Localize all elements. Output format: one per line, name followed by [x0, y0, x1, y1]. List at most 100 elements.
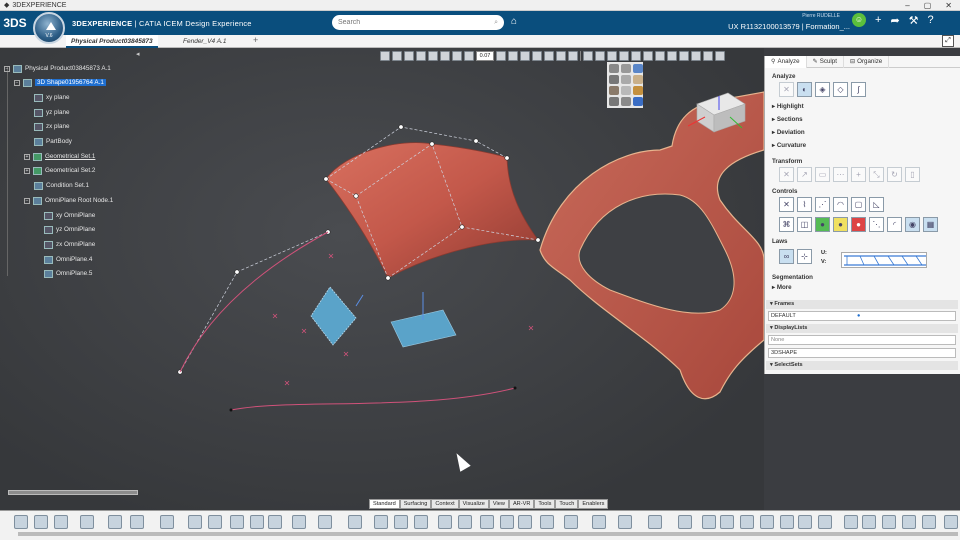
history-icon[interactable]	[268, 515, 282, 529]
match-icon[interactable]	[678, 515, 692, 529]
frames-default-row[interactable]: DEFAULT ●	[768, 311, 956, 321]
tree-node-geoset-2[interactable]: + Geometrical Set.2	[24, 165, 95, 176]
select-icon[interactable]	[380, 50, 390, 61]
tab-touch[interactable]: Touch	[555, 499, 579, 509]
extrude-icon[interactable]	[518, 515, 532, 529]
material-swatch[interactable]	[633, 86, 643, 95]
tree-node-condition-set[interactable]: Condition Set.1	[34, 180, 89, 191]
transform-tool-icon[interactable]: ✕	[779, 167, 794, 182]
tree-node-geoset-1[interactable]: + Geometrical Set.1	[24, 151, 95, 162]
view-left-icon[interactable]	[619, 50, 629, 61]
material-swatch[interactable]	[633, 64, 643, 73]
view-top-icon[interactable]	[643, 50, 653, 61]
displaylists-header[interactable]: ▾ DisplayLists	[766, 324, 958, 333]
redo-arrow-icon[interactable]	[250, 515, 264, 529]
action-bar-scrollbar[interactable]	[18, 532, 958, 536]
trim-icon[interactable]	[618, 515, 632, 529]
transform-tool-icon[interactable]: ▯	[905, 167, 920, 182]
analyze-tool-icon[interactable]: ∫	[851, 82, 866, 97]
controls-tool-icon[interactable]: ◜	[887, 217, 902, 232]
frame-active-icon[interactable]: ●	[857, 312, 860, 321]
export-icon[interactable]	[882, 515, 896, 529]
controls-tool-icon[interactable]: ◺	[869, 197, 884, 212]
search-object-icon[interactable]	[108, 515, 122, 529]
controls-tool-icon[interactable]: ●	[851, 217, 866, 232]
settings-icon[interactable]	[160, 515, 174, 529]
law-link-icon[interactable]: ∞	[779, 249, 794, 264]
curve-1[interactable]	[179, 231, 329, 373]
collapse-icon[interactable]: −	[24, 197, 30, 204]
rewind-icon[interactable]	[760, 515, 774, 529]
gear-icon[interactable]	[944, 515, 958, 529]
tab-ar-vr[interactable]: AR-VR	[508, 499, 535, 509]
collapse-icon[interactable]: −	[14, 79, 20, 86]
controls-tool-icon[interactable]: ⋱	[869, 217, 884, 232]
law-type-icon[interactable]: ⊹	[797, 249, 812, 264]
measure-icon[interactable]	[496, 50, 506, 61]
material-swatch[interactable]	[609, 64, 619, 73]
tree-node-root[interactable]: − Physical Product03845873 A.1	[4, 63, 111, 74]
law-editor[interactable]	[841, 252, 927, 268]
lock-icon[interactable]	[902, 515, 916, 529]
zoom-icon[interactable]	[464, 50, 474, 61]
forward-icon[interactable]	[780, 515, 794, 529]
undo-arrow-icon[interactable]	[230, 515, 244, 529]
section-highlight[interactable]: ▸ Highlight	[772, 103, 804, 110]
fit-all-icon[interactable]: ⤢	[942, 35, 954, 47]
material-swatch[interactable]	[621, 97, 631, 106]
controls-tool-icon[interactable]: ●	[833, 217, 848, 232]
pencil-icon[interactable]	[508, 50, 518, 61]
perspective-icon[interactable]	[691, 50, 701, 61]
tab-fender[interactable]: Fender_V4 A.1	[178, 35, 231, 48]
line-icon[interactable]	[374, 515, 388, 529]
section-curvature[interactable]: ▸ Curvature	[772, 142, 806, 149]
transform-tool-icon[interactable]: ⤡	[869, 167, 884, 182]
tab-visualize[interactable]: Visualize	[458, 499, 489, 509]
curve-point[interactable]	[229, 408, 233, 412]
material-swatch[interactable]	[621, 64, 631, 73]
plane-icon[interactable]	[318, 515, 332, 529]
compass-button[interactable]: V.6	[33, 12, 65, 44]
render-style-icon[interactable]	[556, 50, 566, 61]
search-field[interactable]: ⌕	[332, 15, 504, 30]
refresh-icon[interactable]	[208, 515, 222, 529]
paste-icon[interactable]	[54, 515, 68, 529]
zoom-input[interactable]: 0.07	[476, 50, 494, 61]
transform-tool-icon[interactable]: +	[851, 167, 866, 182]
controls-tool-icon[interactable]: ▦	[923, 217, 938, 232]
tab-view[interactable]: View	[488, 499, 509, 509]
tools-icon[interactable]: ⚒	[909, 14, 919, 27]
view-front-icon[interactable]	[595, 50, 605, 61]
search-input[interactable]	[338, 19, 478, 26]
tab-analyze[interactable]: ⚲ Analyze	[765, 56, 807, 68]
book-icon[interactable]	[130, 515, 144, 529]
material-swatch[interactable]	[633, 97, 643, 106]
fit-icon[interactable]	[428, 50, 438, 61]
controls-tool-icon[interactable]: ●	[815, 217, 830, 232]
normal-view-icon[interactable]	[440, 50, 450, 61]
grid-icon[interactable]	[667, 50, 677, 61]
add-tab-button[interactable]: +	[253, 35, 258, 45]
rotate-icon[interactable]	[392, 50, 402, 61]
cut-icon[interactable]	[14, 515, 28, 529]
group-icon[interactable]	[798, 515, 812, 529]
transform-tool-icon[interactable]: ↻	[887, 167, 902, 182]
snap-icon[interactable]	[452, 50, 462, 61]
controls-tool-icon[interactable]: ⌇	[797, 197, 812, 212]
connect-icon[interactable]	[648, 515, 662, 529]
section-more[interactable]: ▸ More	[772, 284, 792, 291]
material-swatch[interactable]	[609, 75, 619, 84]
camera-icon[interactable]	[740, 515, 754, 529]
expand-icon[interactable]: +	[24, 153, 30, 160]
tab-physical-product[interactable]: Physical Product03845873	[66, 35, 158, 48]
hide-show-icon[interactable]	[520, 50, 530, 61]
maximize-button[interactable]: ▢	[924, 1, 932, 10]
material-swatch[interactable]	[621, 75, 631, 84]
globe-icon[interactable]	[818, 515, 832, 529]
offset-icon[interactable]	[564, 515, 578, 529]
undo-icon[interactable]	[80, 515, 94, 529]
transform-tool-icon[interactable]: ↗	[797, 167, 812, 182]
help-icon[interactable]: ?	[928, 14, 934, 26]
section-deviation[interactable]: ▸ Deviation	[772, 129, 805, 136]
visibility-icon[interactable]	[532, 50, 542, 61]
